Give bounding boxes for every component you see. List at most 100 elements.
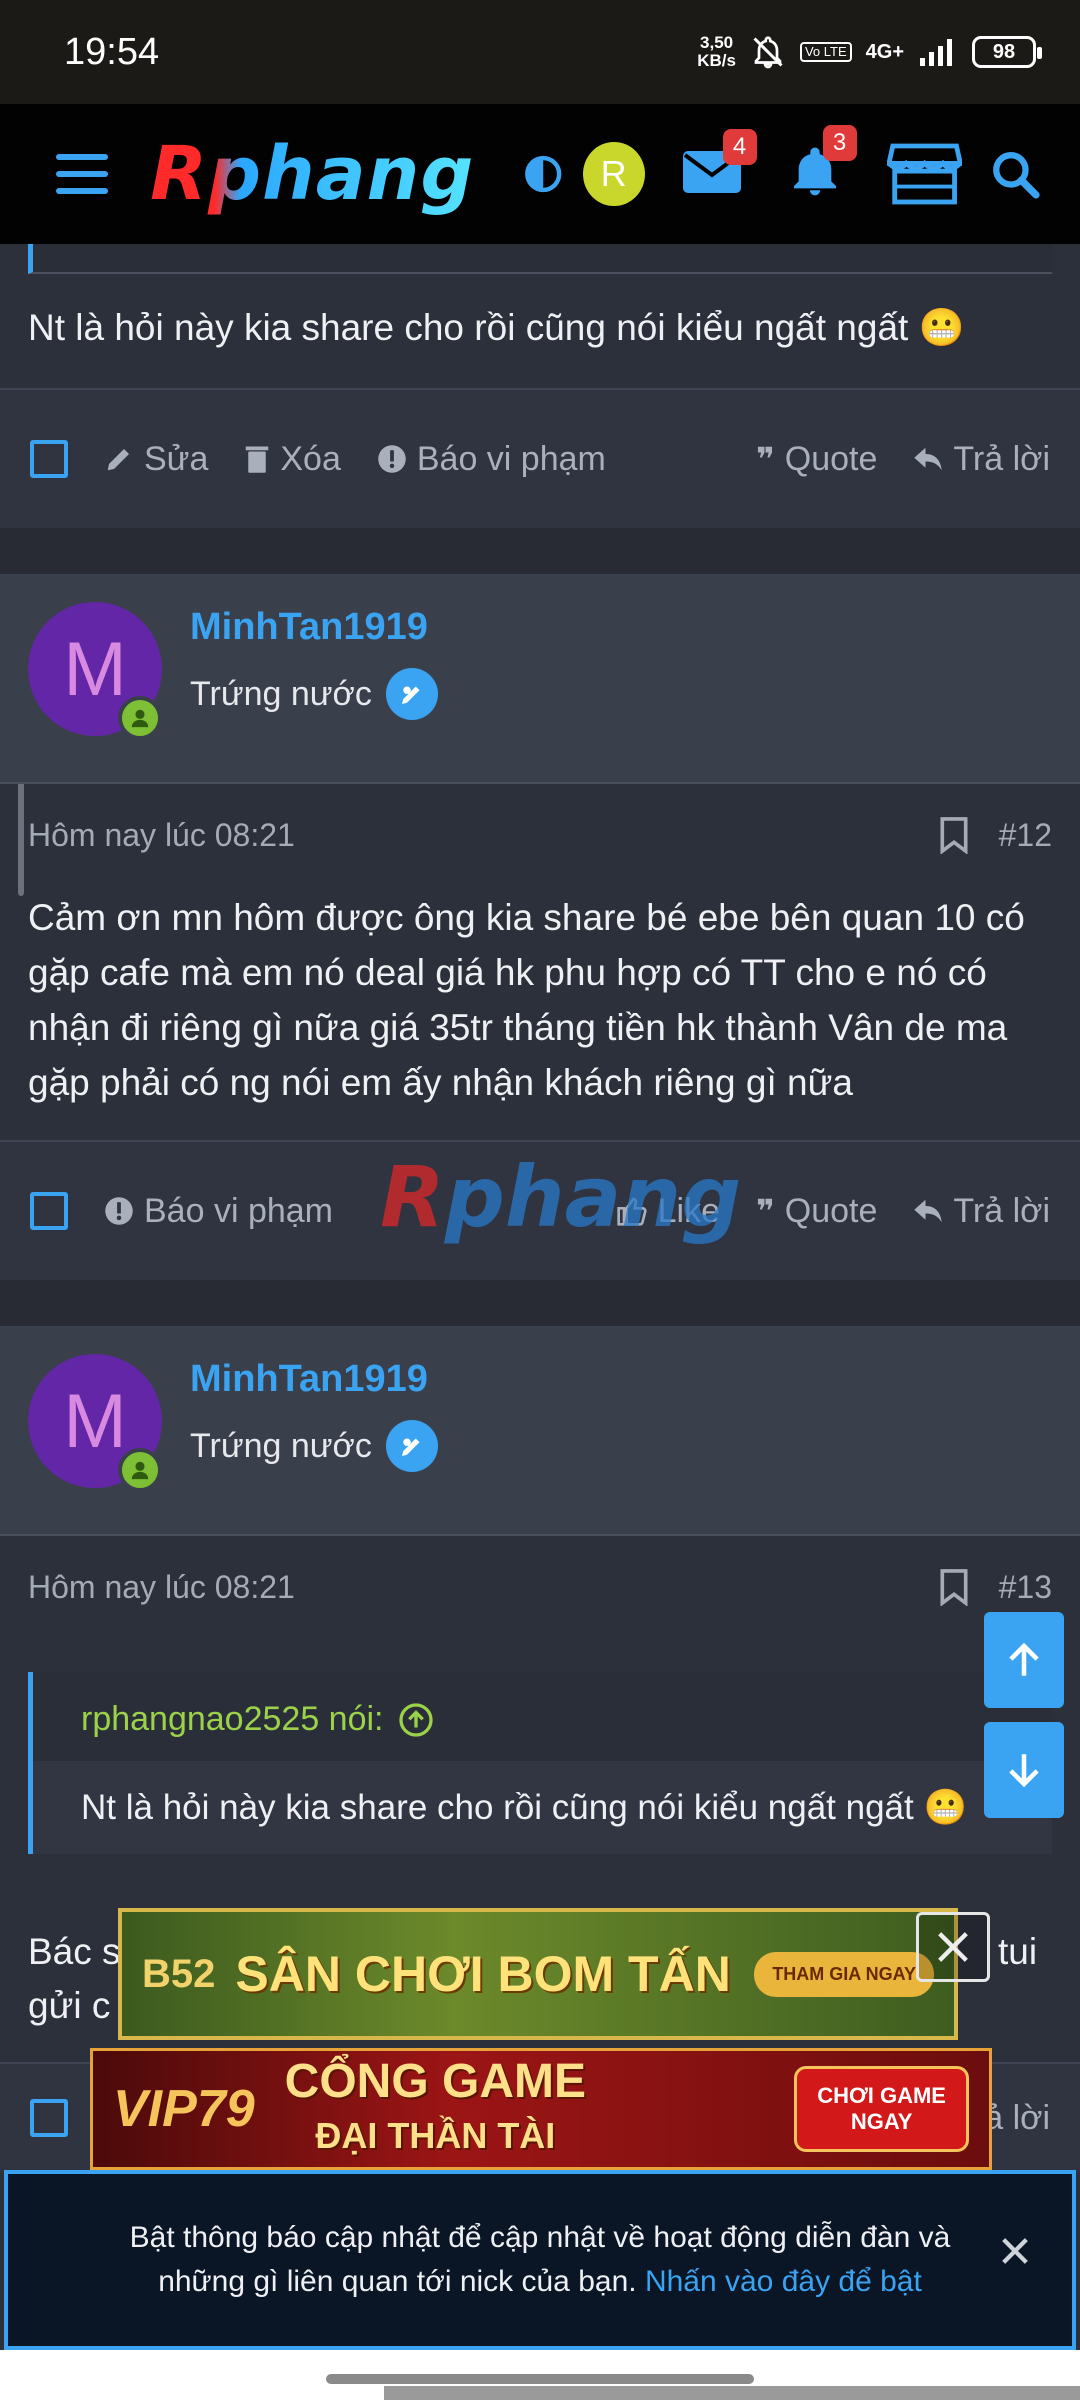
poster-title: Trứng nước: [190, 674, 372, 713]
ad-cta-line2: NGAY: [850, 2109, 913, 2134]
post-content-partial-2: tui: [998, 1931, 1038, 1972]
quote-block: rphangnao2525 nói: Nt là hỏi này kia sha…: [28, 1672, 1052, 1854]
report-button[interactable]: Báo vi phạm: [377, 440, 606, 479]
post-time[interactable]: Hôm nay lúc 08:21: [28, 817, 295, 854]
reply-label-partial[interactable]: ả lời: [984, 2099, 1050, 2138]
watermark-rest: phang: [444, 1148, 742, 1246]
trash-icon: [246, 446, 269, 473]
ad-cta-button[interactable]: THAM GIA NGAY: [754, 1951, 934, 1997]
ad-headline: SÂN CHƠI BOM TẤN: [235, 1946, 731, 2002]
quote-icon: ❞: [756, 441, 775, 477]
home-gesture-bar[interactable]: [326, 2374, 754, 2384]
post-time[interactable]: Hôm nay lúc 08:21: [28, 1569, 295, 1606]
quote-header[interactable]: rphangnao2525 nói:: [33, 1672, 1052, 1761]
watermark-logo: Rphang: [380, 1148, 741, 1246]
bookmark-icon[interactable]: [939, 1568, 969, 1606]
theme-toggle-icon[interactable]: [522, 152, 564, 196]
volte-badge: Vo LTE: [799, 42, 852, 62]
ad-cta-line1: CHƠI GAME: [817, 2083, 946, 2108]
bell-off-icon: [753, 36, 783, 69]
ad-headline-line2: ĐẠI THẦN TÀI: [315, 2115, 556, 2156]
scroll-top-button[interactable]: [984, 1612, 1064, 1708]
post-number[interactable]: #12: [999, 817, 1052, 854]
delete-button[interactable]: Xóa: [244, 440, 341, 479]
post-actions: Sửa Xóa Báo vi phạm ❞ Quote Trả lời: [0, 388, 1080, 528]
search-icon[interactable]: [990, 148, 1040, 200]
app-bar: Rphang R 4 3: [0, 104, 1080, 244]
select-checkbox[interactable]: [30, 1192, 68, 1230]
user-avatar[interactable]: R: [582, 142, 645, 206]
online-status-icon: [118, 696, 162, 740]
post-content: Cảm ơn mn hôm được ông kia share bé ebe …: [28, 897, 1025, 1103]
arrow-down-icon: [1009, 1754, 1039, 1788]
reply-button[interactable]: Trả lời: [913, 440, 1050, 479]
alerts-count-badge: 3: [822, 124, 857, 161]
site-logo[interactable]: Rphang: [150, 131, 474, 217]
status-icons: 3,50 KB/s Vo LTE 4G+ 98: [697, 34, 1042, 70]
edit-button[interactable]: Sửa: [104, 440, 208, 479]
ad-banner-b52[interactable]: B52 SÂN CHƠI BOM TẤN THAM GIA NGAY: [118, 1908, 958, 2040]
select-checkbox[interactable]: [30, 2099, 68, 2137]
poster-title-row: Trứng nước: [190, 668, 438, 720]
close-icon: [938, 1932, 968, 1962]
status-time: 19:54: [64, 30, 160, 73]
net-speed-value: 3,50: [700, 33, 734, 52]
enable-notifications-link[interactable]: Nhấn vào đây để bật: [645, 2265, 922, 2298]
ad-logo: B52: [142, 1951, 216, 1996]
messages-count-badge: 4: [722, 128, 757, 165]
menu-icon[interactable]: [56, 154, 109, 194]
horizontal-scrollbar: [384, 2386, 1080, 2400]
report-button[interactable]: Báo vi phạm: [104, 1192, 333, 1231]
quote-label: Quote: [784, 439, 878, 478]
pencil-icon: [107, 449, 129, 471]
store-icon[interactable]: [886, 141, 962, 207]
watermark-r: R: [380, 1148, 445, 1246]
status-bar: 19:54 3,50 KB/s Vo LTE 4G+ 98: [0, 0, 1080, 104]
bookmark-icon[interactable]: [939, 816, 969, 854]
quote-edge: [28, 244, 1052, 274]
post-content: Nt là hỏi này kia share cho rồi cũng nói…: [28, 307, 965, 348]
post-number[interactable]: #13: [999, 1569, 1052, 1606]
system-nav-bar: [0, 2350, 1080, 2400]
avatar-letter: R: [600, 153, 627, 194]
verified-icon: [385, 668, 438, 720]
reply-icon: [914, 447, 943, 471]
alert-circle-icon: [378, 445, 406, 473]
poster-title: Trứng nước: [190, 1426, 372, 1465]
net-speed: 3,50 KB/s: [697, 34, 736, 70]
ad-cta-button[interactable]: CHƠI GAME NGAY: [794, 2066, 969, 2152]
messages-button[interactable]: 4: [681, 128, 757, 202]
poster-initial: M: [63, 626, 127, 712]
ad-close-button[interactable]: [916, 1912, 990, 1982]
poster-name[interactable]: MinhTan1919: [190, 1358, 428, 1401]
post-separator: [0, 1280, 1080, 1326]
alerts-button[interactable]: 3: [787, 124, 857, 206]
ad-logo: VIP79: [113, 2080, 255, 2138]
ad-headline-line1: CỔNG GAME: [284, 2055, 586, 2108]
quote-label: Quote: [784, 1191, 878, 1230]
poster-title-row: Trứng nước: [190, 1420, 438, 1472]
close-icon[interactable]: [998, 2234, 1032, 2268]
alert-circle-icon: [105, 1197, 133, 1225]
reply-label: Trả lời: [953, 439, 1050, 478]
delete-label: Xóa: [280, 439, 341, 478]
post-meta: Hôm nay lúc 08:21 #12: [28, 816, 1052, 854]
quote-button[interactable]: ❞ Quote: [756, 440, 877, 479]
battery-icon: 98: [972, 36, 1042, 68]
ad-banner-vip79[interactable]: VIP79 CỔNG GAME ĐẠI THẦN TÀI CHƠI GAME N…: [90, 2048, 992, 2170]
arrow-up-circle-icon: [398, 1702, 433, 1737]
report-label: Báo vi phạm: [416, 439, 606, 478]
select-checkbox[interactable]: [30, 440, 68, 478]
post-meta: Hôm nay lúc 08:21 #13: [28, 1568, 1052, 1606]
post-user-block: M MinhTan1919 Trứng nước: [0, 1326, 1080, 1536]
post-user-block: M MinhTan1919 Trứng nước: [0, 574, 1080, 784]
edit-label: Sửa: [144, 439, 209, 478]
reply-button[interactable]: Trả lời: [913, 1192, 1050, 1231]
reply-label: Trả lời: [953, 1191, 1050, 1230]
quote-button[interactable]: ❞ Quote: [756, 1192, 877, 1231]
verified-icon: [385, 1420, 438, 1472]
poster-name[interactable]: MinhTan1919: [190, 606, 428, 649]
push-notification-prompt: Bật thông báo cập nhật để cập nhật về ho…: [4, 2170, 1076, 2350]
quote-icon: ❞: [756, 1193, 775, 1229]
scroll-bottom-button[interactable]: [984, 1722, 1064, 1818]
